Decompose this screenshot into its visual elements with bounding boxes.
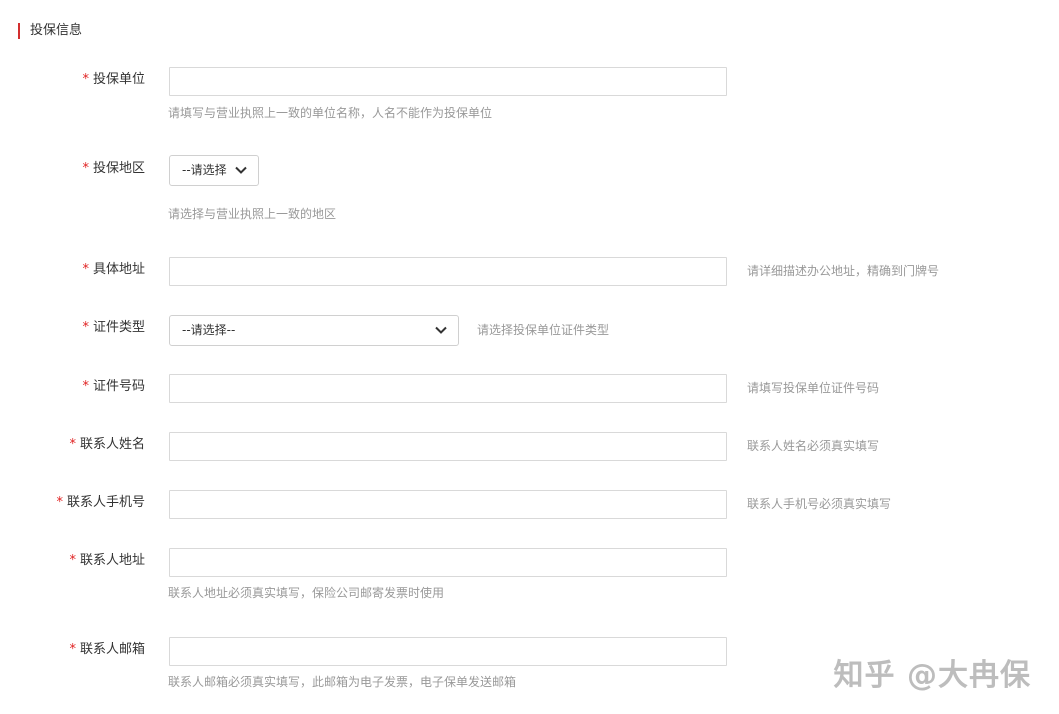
contact-email-label: * 联系人邮箱	[69, 642, 145, 657]
contact-address-label: * 联系人地址	[69, 553, 145, 568]
contact-address-input[interactable]	[169, 548, 727, 577]
required-mark: *	[69, 642, 76, 657]
cert-number-input[interactable]	[169, 374, 727, 403]
cert-type-select-value: --请选择--	[182, 323, 236, 337]
region-hint: 请选择与营业执照上一致的地区	[168, 207, 337, 221]
company-label: * 投保单位	[82, 72, 145, 87]
required-mark: *	[69, 437, 76, 452]
company-hint: 请填写与营业执照上一致的单位名称，人名不能作为投保单位	[168, 106, 493, 120]
required-mark: *	[82, 262, 89, 277]
contact-name-input[interactable]	[169, 432, 727, 461]
contact-address-hint: 联系人地址必须真实填写，保险公司邮寄发票时使用	[168, 586, 445, 600]
chevron-down-icon	[435, 326, 447, 334]
chevron-down-icon	[235, 166, 247, 174]
address-label: * 具体地址	[82, 262, 145, 277]
cert-type-label: * 证件类型	[82, 320, 145, 335]
cert-number-hint: 请填写投保单位证件号码	[747, 381, 880, 395]
contact-phone-hint: 联系人手机号必须真实填写	[747, 497, 892, 511]
contact-name-hint: 联系人姓名必须真实填写	[747, 439, 880, 453]
required-mark: *	[82, 161, 89, 176]
region-label: * 投保地区	[82, 161, 145, 176]
watermark: 知乎 @大冉保	[833, 658, 1031, 693]
address-hint: 请详细描述办公地址，精确到门牌号	[747, 264, 940, 278]
address-input[interactable]	[169, 257, 727, 286]
required-mark: *	[82, 320, 89, 335]
contact-name-label: * 联系人姓名	[69, 437, 145, 452]
section-title: 投保信息	[30, 23, 83, 38]
cert-type-hint: 请选择投保单位证件类型	[477, 323, 610, 337]
cert-type-select[interactable]: --请选择--	[169, 315, 459, 346]
section-accent-bar	[18, 23, 20, 39]
required-mark: *	[82, 72, 89, 87]
contact-email-input[interactable]	[169, 637, 727, 666]
region-select-value: --请选择	[182, 163, 227, 177]
contact-email-hint: 联系人邮箱必须真实填写，此邮箱为电子发票，电子保单发送邮箱	[168, 675, 517, 689]
region-select[interactable]: --请选择	[169, 155, 259, 186]
cert-number-label: * 证件号码	[82, 379, 145, 394]
required-mark: *	[69, 553, 76, 568]
company-input[interactable]	[169, 67, 727, 96]
contact-phone-label: * 联系人手机号	[56, 495, 145, 510]
required-mark: *	[56, 495, 63, 510]
contact-phone-input[interactable]	[169, 490, 727, 519]
required-mark: *	[82, 379, 89, 394]
